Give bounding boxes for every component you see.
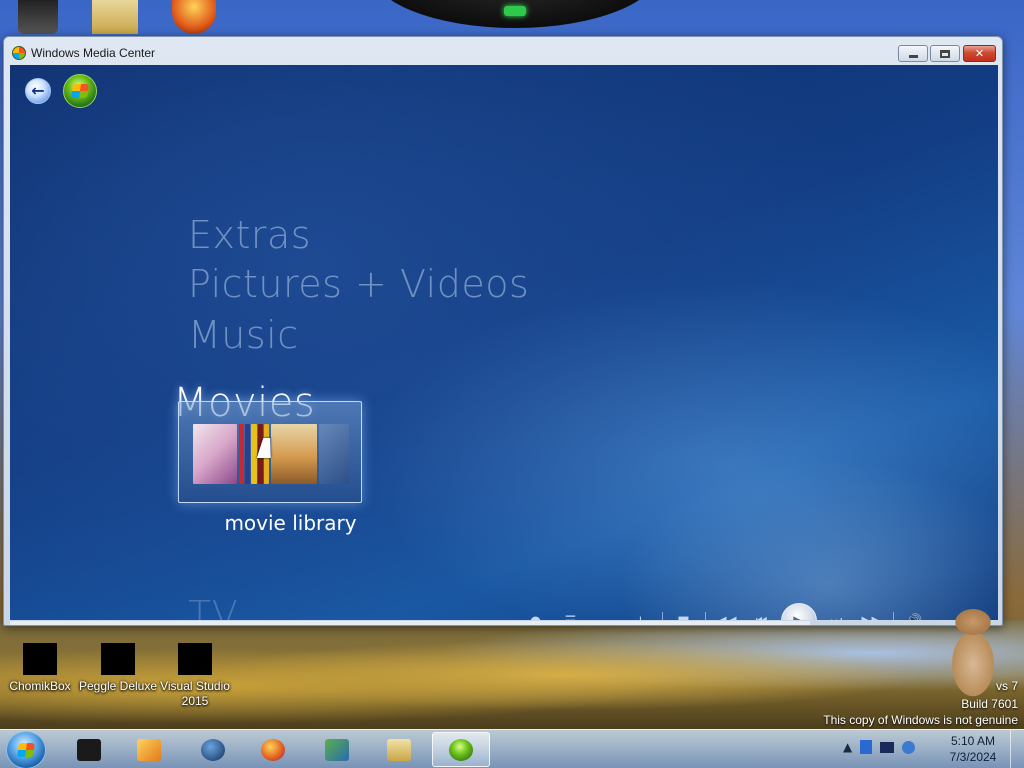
menu-item-music[interactable]: Music <box>188 313 299 357</box>
movie-cover <box>319 424 349 484</box>
dark-app-icon <box>77 738 101 761</box>
visual-studio-icon <box>178 643 212 675</box>
start-button[interactable] <box>6 731 46 768</box>
back-arrow-icon: ← <box>31 81 45 100</box>
windows-logo-icon <box>17 743 35 757</box>
taskbar-item-messenger[interactable] <box>308 732 366 767</box>
back-button[interactable]: ← <box>25 78 51 104</box>
previous-button[interactable]: ⏮ <box>744 606 779 621</box>
window-title: Windows Media Center <box>31 46 156 60</box>
taskbar-item-media-center[interactable] <box>432 732 490 767</box>
clock-date: 7/3/2024 <box>949 750 997 764</box>
fast-forward-button[interactable]: ▶▶ <box>854 606 889 621</box>
window-titlebar[interactable]: Windows Media Center ✕ <box>4 37 1002 65</box>
movie-library-label: movie library <box>224 511 357 535</box>
media-center-app-icon <box>12 46 26 60</box>
minimize-button[interactable] <box>898 45 928 62</box>
media-player-icon <box>137 738 161 761</box>
firefox-icon <box>261 738 285 761</box>
separator <box>889 606 897 620</box>
taskbar: ▲ 5:10 AM 7/3/2024 <box>0 729 1024 768</box>
desktop-icon-peggle[interactable]: Peggle Deluxe <box>78 643 158 694</box>
system-tray: ▲ <box>843 740 916 754</box>
folder-icon[interactable] <box>92 0 138 34</box>
folder-icon <box>387 738 411 761</box>
windows-logo-icon <box>71 84 89 98</box>
media-player-icon[interactable] <box>172 0 216 34</box>
close-button[interactable]: ✕ <box>963 45 996 62</box>
watermark-build: Build 7601 <box>961 697 1018 711</box>
next-button[interactable]: ⏭ <box>819 606 854 621</box>
taskbar-item-globe[interactable] <box>184 732 242 767</box>
globe-icon <box>201 738 225 761</box>
hamster-gadget <box>942 604 1004 704</box>
movie-spine <box>239 424 244 484</box>
stop-button[interactable]: ■ <box>666 606 701 621</box>
desktop-gadget <box>370 0 660 28</box>
movie-cover <box>193 424 237 484</box>
tray-network-icon[interactable] <box>860 740 873 754</box>
clock-time: 5:10 AM <box>950 734 996 748</box>
movie-spine <box>245 424 250 484</box>
rewind-button[interactable]: ◀◀ <box>709 606 744 621</box>
desktop-icon-chomikbox[interactable]: ChomikBox <box>5 643 75 694</box>
tray-volume-icon[interactable] <box>902 740 916 754</box>
taskbar-item-media-player[interactable] <box>120 732 178 767</box>
messenger-icon <box>325 738 349 761</box>
desktop-icon-label: Visual Studio 2015 <box>160 679 230 708</box>
menu-item-extras[interactable]: Extras <box>188 213 311 257</box>
window-bottom-border <box>10 621 810 625</box>
maximize-icon <box>940 49 950 58</box>
play-button[interactable]: ▶ <box>781 603 817 620</box>
desktop-icon-visual-studio[interactable]: Visual Studio 2015 <box>158 643 232 709</box>
transport-controls: ● ☰ − + ■ ◀◀ ⏮ ▶ ⏭ ▶▶ 🔊 − + <box>518 603 998 621</box>
taskbar-item-firefox[interactable] <box>244 732 302 767</box>
record-button[interactable]: ● <box>518 606 553 621</box>
chomikbox-icon <box>23 643 57 675</box>
recycle-bin-icon[interactable] <box>18 0 58 34</box>
guide-button[interactable]: ☰ <box>553 606 588 621</box>
separator <box>658 606 666 620</box>
media-center-window: Windows Media Center ✕ ← Extras Pictures… <box>3 36 1003 626</box>
peggle-icon <box>101 643 135 675</box>
media-center-start-button[interactable] <box>63 74 97 108</box>
mute-button[interactable]: 🔊 <box>897 606 932 621</box>
watermark-os: vs 7 <box>995 679 1018 693</box>
close-icon: ✕ <box>974 47 985 60</box>
desktop-icon-label: Peggle Deluxe <box>78 679 158 693</box>
movie-covers <box>193 418 353 484</box>
channel-up-button[interactable]: + <box>623 606 658 621</box>
minimize-icon <box>908 54 918 58</box>
taskbar-item-app[interactable] <box>60 732 118 767</box>
taskbar-clock[interactable]: 5:10 AM 7/3/2024 <box>944 733 1002 765</box>
media-center-content: ← Extras Pictures + Videos Music Movies … <box>10 65 998 620</box>
media-center-icon <box>449 738 473 761</box>
tray-monitor-icon[interactable] <box>880 741 895 753</box>
maximize-button[interactable] <box>930 45 960 62</box>
movie-cover <box>271 424 317 484</box>
menu-item-tv[interactable]: TV <box>188 593 238 620</box>
show-desktop-button[interactable] <box>1010 730 1024 768</box>
gadget-led <box>504 6 526 16</box>
movie-spine <box>251 424 257 484</box>
tray-expand-icon[interactable]: ▲ <box>843 740 852 754</box>
channel-down-button[interactable]: − <box>588 606 623 621</box>
desktop-icon-label: ChomikBox <box>9 679 71 693</box>
watermark-genuine: This copy of Windows is not genuine <box>823 713 1018 727</box>
taskbar-item-explorer[interactable] <box>370 732 428 767</box>
separator <box>701 606 709 620</box>
menu-item-pictures-videos[interactable]: Pictures + Videos <box>188 262 529 306</box>
movie-library-tile[interactable] <box>178 401 362 503</box>
